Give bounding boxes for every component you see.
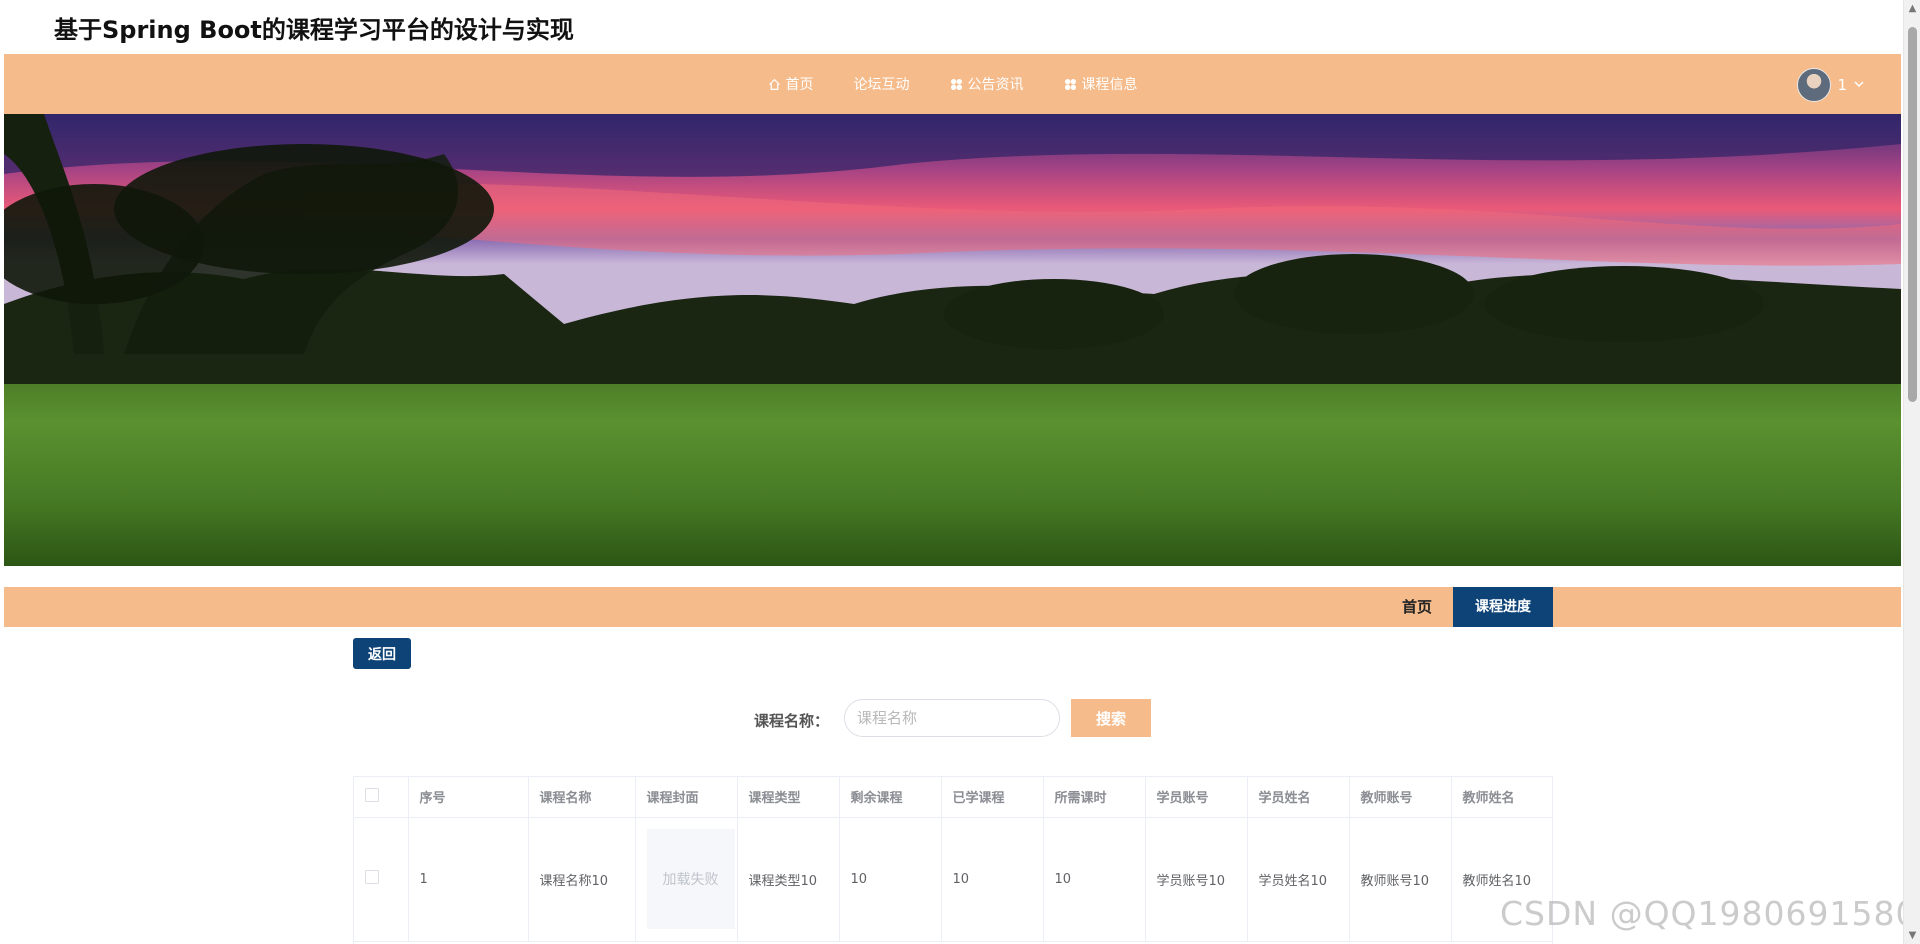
- avatar: [1797, 68, 1832, 102]
- grid-icon: [1064, 77, 1078, 91]
- vertical-scrollbar[interactable]: ▲ ▼: [1903, 0, 1920, 944]
- course-progress-table: 序号 课程名称 课程封面 课程类型 剩余课程 已学课程 所需课时 学员账号 学员…: [353, 776, 1553, 944]
- column-header: 学员账号: [1145, 777, 1248, 818]
- nav-item-courses-label: 课程信息: [1081, 77, 1138, 93]
- cover-image-placeholder: 加载失败: [646, 829, 735, 929]
- scrollbar-thumb[interactable]: [1908, 27, 1917, 402]
- nav-item-courses[interactable]: 课程信息: [1064, 74, 1138, 94]
- row-checkbox-cell[interactable]: [354, 817, 409, 942]
- cell-course-name: 课程名称10: [528, 817, 636, 942]
- cell-student-name: 学员姓名10: [1247, 817, 1350, 942]
- data-table: 序号 课程名称 课程封面 课程类型 剩余课程 已学课程 所需课时 学员账号 学员…: [354, 777, 1552, 942]
- watermark: CSDN @QQ1980691580: [1500, 894, 1918, 933]
- grid-icon: [950, 77, 964, 91]
- breadcrumb: 首页 课程进度: [4, 587, 1901, 627]
- banner-image: [4, 114, 1901, 566]
- cell-learned: 10: [941, 817, 1044, 942]
- select-all-checkbox[interactable]: [365, 787, 379, 802]
- cell-student-account: 学员账号10: [1145, 817, 1248, 942]
- cell-course-type: 课程类型10: [737, 817, 840, 942]
- column-header: 所需课时: [1043, 777, 1146, 818]
- chevron-down-icon: [1853, 76, 1865, 94]
- nav-menu: 首页 论坛互动 公告资讯 课程信息: [4, 54, 1901, 114]
- nav-item-forum[interactable]: 论坛互动: [854, 74, 910, 94]
- cell-hours: 10: [1043, 817, 1146, 942]
- nav-item-announcements-label: 公告资讯: [967, 77, 1024, 93]
- column-header: 教师姓名: [1451, 777, 1552, 818]
- breadcrumb-home[interactable]: 首页: [1402, 587, 1432, 627]
- cell-remaining: 10: [839, 817, 942, 942]
- row-checkbox[interactable]: [365, 870, 379, 884]
- nav-item-announcements[interactable]: 公告资讯: [950, 74, 1024, 94]
- column-header: 学员姓名: [1247, 777, 1350, 818]
- cell-index: 1: [408, 817, 529, 942]
- column-header: 课程名称: [528, 777, 636, 818]
- nav-item-forum-label: 论坛互动: [853, 77, 910, 93]
- nav-item-home[interactable]: 首页: [768, 74, 814, 94]
- scroll-up-icon[interactable]: ▲: [1904, 0, 1920, 17]
- search-button[interactable]: 搜索: [1071, 699, 1151, 737]
- column-header: 序号: [408, 777, 529, 818]
- column-header: 课程类型: [737, 777, 840, 818]
- cell-cover: 加载失败: [635, 817, 738, 942]
- column-header: 教师账号: [1349, 777, 1452, 818]
- user-menu[interactable]: 1: [1797, 68, 1865, 102]
- column-header: 已学课程: [941, 777, 1044, 818]
- landscape-illustration: [4, 114, 1901, 566]
- page: 基于Spring Boot的课程学习平台的设计与实现 首页 论坛互动 公告资讯: [0, 0, 1920, 944]
- select-all-checkbox-cell[interactable]: [354, 777, 409, 818]
- table-header-row: 序号 课程名称 课程封面 课程类型 剩余课程 已学课程 所需课时 学员账号 学员…: [354, 777, 1552, 818]
- home-icon: [768, 77, 782, 91]
- breadcrumb-current[interactable]: 课程进度: [1453, 587, 1553, 627]
- scroll-down-icon[interactable]: ▼: [1904, 927, 1920, 944]
- table-row[interactable]: 1 课程名称10 加载失败 课程类型10 10 10 10 学员账号10 学员姓…: [354, 817, 1552, 942]
- cell-teacher-account: 教师账号10: [1349, 817, 1452, 942]
- column-header: 剩余课程: [839, 777, 942, 818]
- course-name-search-input[interactable]: [844, 699, 1060, 737]
- nav-item-home-label: 首页: [785, 77, 814, 93]
- top-navigation: 首页 论坛互动 公告资讯 课程信息 1: [4, 54, 1901, 114]
- user-name: 1: [1837, 76, 1847, 94]
- site-title: 基于Spring Boot的课程学习平台的设计与实现: [54, 16, 574, 44]
- back-button[interactable]: 返回: [353, 638, 411, 669]
- column-header: 课程封面: [635, 777, 738, 818]
- search-label: 课程名称：: [754, 712, 830, 730]
